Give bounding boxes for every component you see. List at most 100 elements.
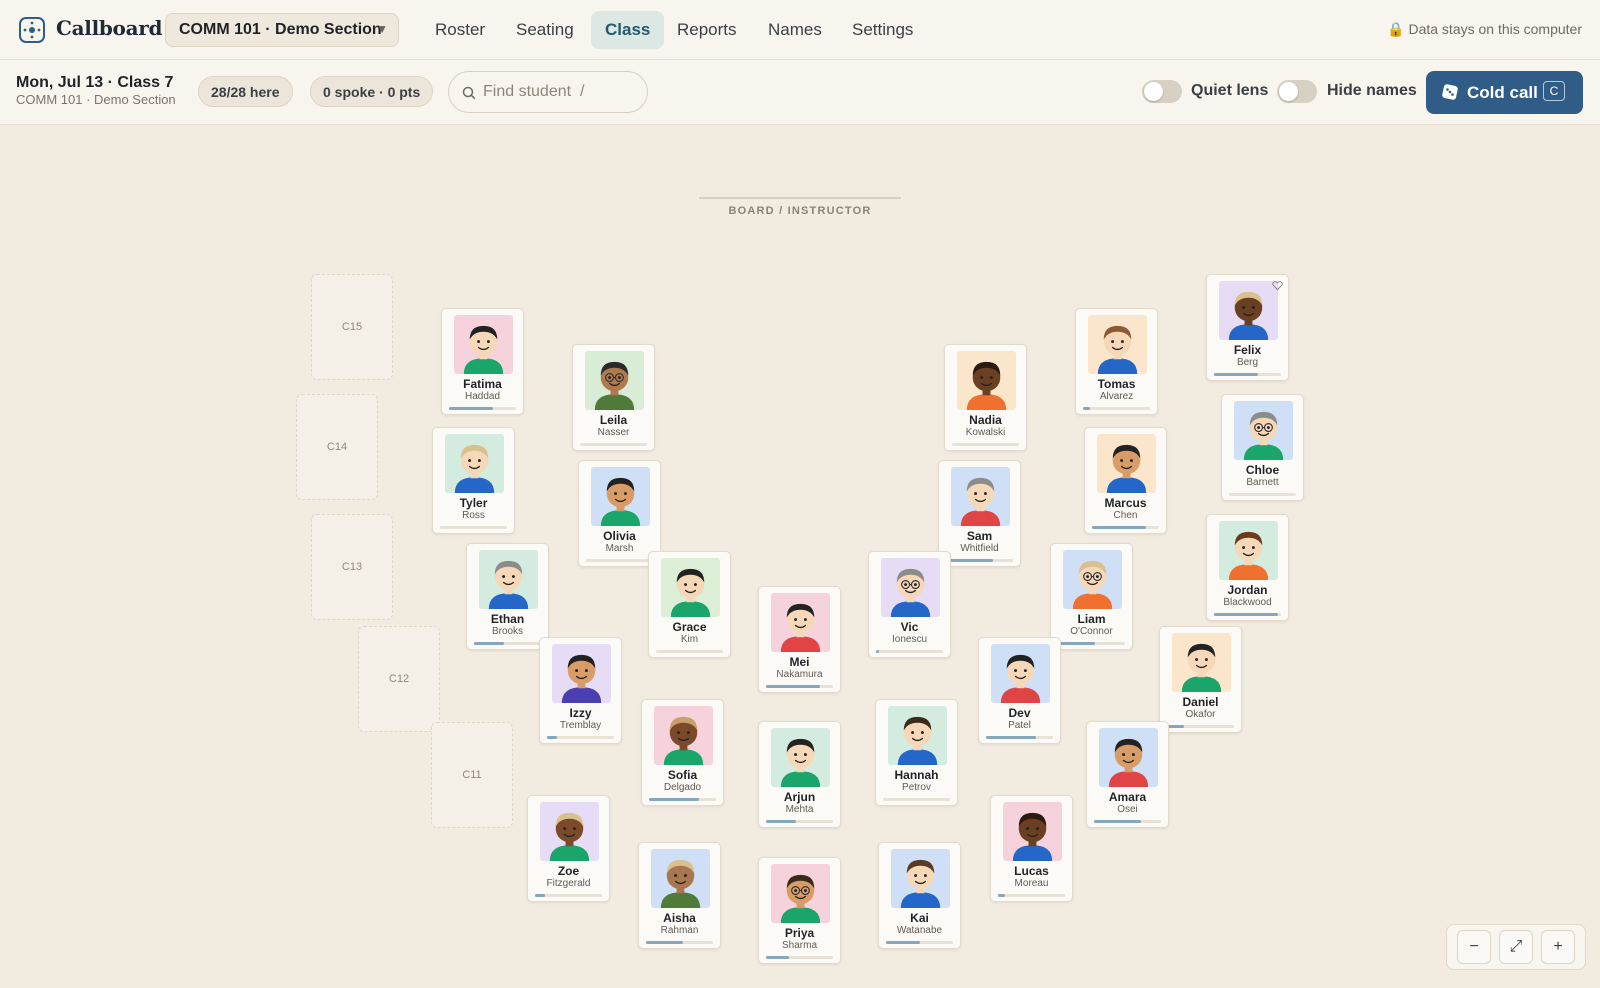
attendance-badge[interactable]: 28/28 here bbox=[198, 76, 293, 107]
dice-icon bbox=[1442, 84, 1458, 100]
find-student-search[interactable] bbox=[448, 71, 648, 113]
student-first-name: Ethan bbox=[490, 612, 525, 626]
student-first-name: Olivia bbox=[603, 529, 636, 543]
student-first-name: Liam bbox=[1077, 612, 1106, 626]
student-first-name: Vic bbox=[900, 620, 919, 634]
student-card[interactable]: Tyler Ross bbox=[432, 427, 515, 534]
student-first-name: Chloe bbox=[1245, 463, 1280, 477]
empty-seat[interactable]: C11 bbox=[431, 722, 513, 828]
board-label: BOARD / INSTRUCTOR bbox=[728, 205, 872, 217]
student-first-name: Dev bbox=[1008, 706, 1031, 720]
student-card[interactable]: Aisha Rahman bbox=[638, 842, 721, 949]
participation-bar bbox=[946, 559, 1013, 562]
cold-call-button[interactable]: Cold call C bbox=[1426, 71, 1583, 114]
student-card[interactable]: Olivia Marsh bbox=[578, 460, 661, 567]
participation-bar-fill bbox=[766, 956, 790, 959]
avatar bbox=[552, 644, 611, 703]
student-first-name: Aisha bbox=[663, 911, 696, 925]
student-card[interactable]: Kai Watanabe bbox=[878, 842, 961, 949]
nav-names[interactable]: Names bbox=[754, 11, 836, 49]
participation-bar-fill bbox=[547, 736, 558, 739]
privacy-text: Data stays on this computer bbox=[1408, 21, 1582, 37]
nav-reports[interactable]: Reports bbox=[663, 11, 751, 49]
section-selector-label: COMM 101 · Demo Section bbox=[179, 21, 382, 38]
student-card[interactable]: Dev Patel bbox=[978, 637, 1061, 744]
empty-seat[interactable]: C15 bbox=[311, 274, 393, 380]
avatar bbox=[454, 315, 513, 374]
participation-bar bbox=[876, 650, 943, 653]
avatar bbox=[1063, 550, 1122, 609]
student-card[interactable]: Sam Whitfield bbox=[938, 460, 1021, 567]
student-card[interactable]: Jordan Blackwood bbox=[1206, 514, 1289, 621]
student-card[interactable]: Arjun Mehta bbox=[758, 721, 841, 828]
student-card[interactable]: Felix Berg bbox=[1206, 274, 1289, 381]
heart-icon[interactable] bbox=[1272, 280, 1283, 291]
student-card[interactable]: Grace Kim bbox=[648, 551, 731, 658]
participation-bar-fill bbox=[998, 894, 1005, 897]
avatar bbox=[540, 802, 599, 861]
avatar bbox=[479, 550, 538, 609]
nav-seating[interactable]: Seating bbox=[502, 11, 588, 49]
empty-seat[interactable]: C14 bbox=[296, 394, 378, 500]
empty-seat[interactable]: C12 bbox=[358, 626, 440, 732]
student-last-name: Whitfield bbox=[960, 543, 999, 554]
participation-bar bbox=[1167, 725, 1234, 728]
student-card[interactable]: Chloe Barnett bbox=[1221, 394, 1304, 501]
nav-settings[interactable]: Settings bbox=[838, 11, 927, 49]
student-card[interactable]: Mei Nakamura bbox=[758, 586, 841, 693]
student-card[interactable]: Liam O'Connor bbox=[1050, 543, 1133, 650]
student-card[interactable]: Tomas Alvarez bbox=[1075, 308, 1158, 415]
avatar bbox=[445, 434, 504, 493]
participation-bar-fill bbox=[946, 559, 993, 562]
participation-badge[interactable]: 0 spoke · 0 pts bbox=[310, 76, 434, 107]
avatar bbox=[771, 864, 830, 923]
participation-bar-fill bbox=[1214, 613, 1278, 616]
student-last-name: O'Connor bbox=[1070, 626, 1113, 637]
student-card[interactable]: Vic Ionescu bbox=[868, 551, 951, 658]
student-first-name: Zoe bbox=[557, 864, 580, 878]
student-card[interactable]: Priya Sharma bbox=[758, 857, 841, 964]
toggle-knob bbox=[1279, 82, 1298, 101]
participation-bar bbox=[580, 443, 647, 446]
student-card[interactable]: Marcus Chen bbox=[1084, 427, 1167, 534]
quiet-lens-label: Quiet lens bbox=[1191, 82, 1269, 99]
student-last-name: Okafor bbox=[1185, 709, 1216, 720]
student-card[interactable]: Sofia Delgado bbox=[641, 699, 724, 806]
student-card[interactable]: Nadia Kowalski bbox=[944, 344, 1027, 451]
participation-bar bbox=[883, 798, 950, 801]
empty-seat[interactable]: C13 bbox=[311, 514, 393, 620]
nav-class[interactable]: Class bbox=[591, 11, 665, 49]
participation-bar bbox=[998, 894, 1065, 897]
class-section: COMM 101 · Demo Section bbox=[16, 92, 176, 107]
student-card[interactable]: Amara Osei bbox=[1086, 721, 1169, 828]
avatar bbox=[951, 467, 1010, 526]
student-card[interactable]: Daniel Okafor bbox=[1159, 626, 1242, 733]
student-card[interactable]: Lucas Moreau bbox=[990, 795, 1073, 902]
zoom-out-button[interactable]: − bbox=[1457, 930, 1491, 964]
avatar bbox=[1172, 633, 1231, 692]
participation-bar-fill bbox=[646, 941, 683, 944]
avatar bbox=[1219, 521, 1278, 580]
fit-to-screen-button[interactable]: ⤢ bbox=[1499, 930, 1533, 964]
hide-names-toggle[interactable] bbox=[1277, 80, 1317, 103]
zoom-in-button[interactable]: + bbox=[1541, 930, 1575, 964]
student-card[interactable]: Ethan Brooks bbox=[466, 543, 549, 650]
participation-bar-fill bbox=[449, 407, 493, 410]
section-selector[interactable]: COMM 101 · Demo Section ▼ bbox=[165, 13, 399, 47]
seat-label: C12 bbox=[388, 673, 410, 685]
participation-bar-fill bbox=[535, 894, 546, 897]
student-last-name: Tremblay bbox=[559, 720, 602, 731]
student-card[interactable]: Fatima Haddad bbox=[441, 308, 524, 415]
student-card[interactable]: Leila Nasser bbox=[572, 344, 655, 451]
student-card[interactable]: Izzy Tremblay bbox=[539, 637, 622, 744]
nav-roster[interactable]: Roster bbox=[421, 11, 499, 49]
quiet-lens-toggle[interactable] bbox=[1142, 80, 1182, 103]
student-card[interactable]: Zoe Fitzgerald bbox=[527, 795, 610, 902]
student-last-name: Mehta bbox=[785, 804, 814, 815]
find-student-input[interactable] bbox=[483, 81, 633, 103]
student-last-name: Kowalski bbox=[965, 427, 1006, 438]
student-first-name: Lucas bbox=[1014, 864, 1049, 878]
participation-bar-fill bbox=[1083, 407, 1090, 410]
participation-bar-fill bbox=[766, 820, 797, 823]
student-card[interactable]: Hannah Petrov bbox=[875, 699, 958, 806]
